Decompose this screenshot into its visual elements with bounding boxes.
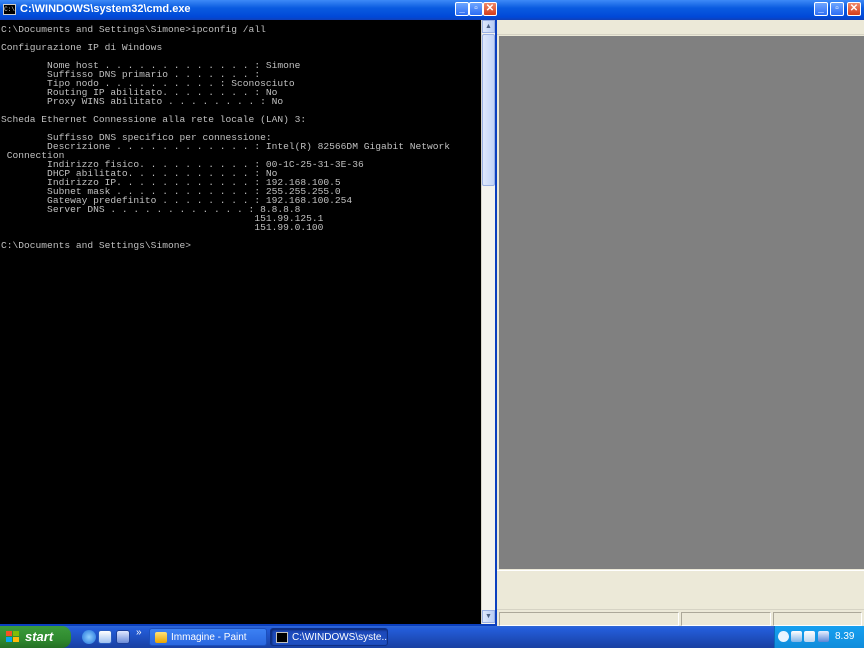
paint-maximize-button[interactable]: ▫	[830, 2, 844, 16]
status-cell	[499, 612, 679, 626]
cmd-title-bar[interactable]: C:\ C:\WINDOWS\system32\cmd.exe _ ▫ ✕	[0, 0, 497, 20]
minimize-button[interactable]: _	[455, 2, 469, 16]
status-cell	[773, 612, 862, 626]
paint-close-button[interactable]: ✕	[847, 2, 861, 16]
close-button[interactable]: ✕	[483, 2, 497, 16]
paint-window[interactable]: _ ▫ ✕	[497, 0, 864, 629]
cmd-window[interactable]: C:\ C:\WINDOWS\system32\cmd.exe _ ▫ ✕ C:…	[0, 0, 497, 628]
maximize-button[interactable]: ▫	[469, 2, 483, 16]
desktop-icon[interactable]	[116, 630, 130, 644]
clock[interactable]: 8.39	[835, 626, 854, 648]
taskbar-button-label: C:\WINDOWS\syste...	[292, 632, 388, 643]
paint-title-bar[interactable]: _ ▫ ✕	[497, 0, 864, 20]
quick-launch-more[interactable]: »	[136, 627, 142, 638]
console-output[interactable]: C:\Documents and Settings\Simone>ipconfi…	[0, 20, 481, 624]
volume-icon[interactable]	[804, 631, 815, 642]
taskbar: start » Immagine - Paint C:\WINDOWS\syst…	[0, 626, 864, 648]
outlook-icon[interactable]	[98, 630, 112, 644]
start-label: start	[25, 629, 54, 644]
console-text: C:\Documents and Settings\Simone>ipconfi…	[1, 24, 451, 251]
paint-minimize-button[interactable]: _	[814, 2, 828, 16]
taskbar-button-paint[interactable]: Immagine - Paint	[149, 628, 267, 646]
ie-icon[interactable]	[82, 630, 96, 644]
windows-logo-icon	[6, 631, 19, 643]
taskbar-button-label: Immagine - Paint	[171, 632, 247, 643]
display-icon[interactable]	[818, 631, 829, 642]
scroll-up-arrow-icon[interactable]: ▲	[482, 20, 495, 33]
taskbar-button-cmd[interactable]: C:\WINDOWS\syste...	[270, 628, 388, 646]
console-icon: C:\	[3, 4, 16, 15]
status-cell	[681, 612, 771, 626]
network-icon[interactable]	[791, 631, 802, 642]
console-icon	[276, 632, 288, 643]
paint-color-box[interactable]	[497, 570, 864, 609]
scrollbar-thumb[interactable]	[482, 34, 495, 186]
scroll-down-arrow-icon[interactable]: ▼	[482, 610, 495, 623]
paint-menu-bar[interactable]	[497, 20, 864, 35]
cmd-window-title: C:\WINDOWS\system32\cmd.exe	[20, 3, 191, 15]
paint-canvas-area[interactable]	[499, 36, 864, 569]
vertical-scrollbar[interactable]: ▲ ▼	[481, 20, 495, 624]
start-button[interactable]: start	[0, 626, 71, 648]
system-tray: 8.39	[774, 626, 864, 648]
paint-icon	[155, 632, 167, 643]
back-arrow-icon[interactable]	[778, 631, 789, 642]
